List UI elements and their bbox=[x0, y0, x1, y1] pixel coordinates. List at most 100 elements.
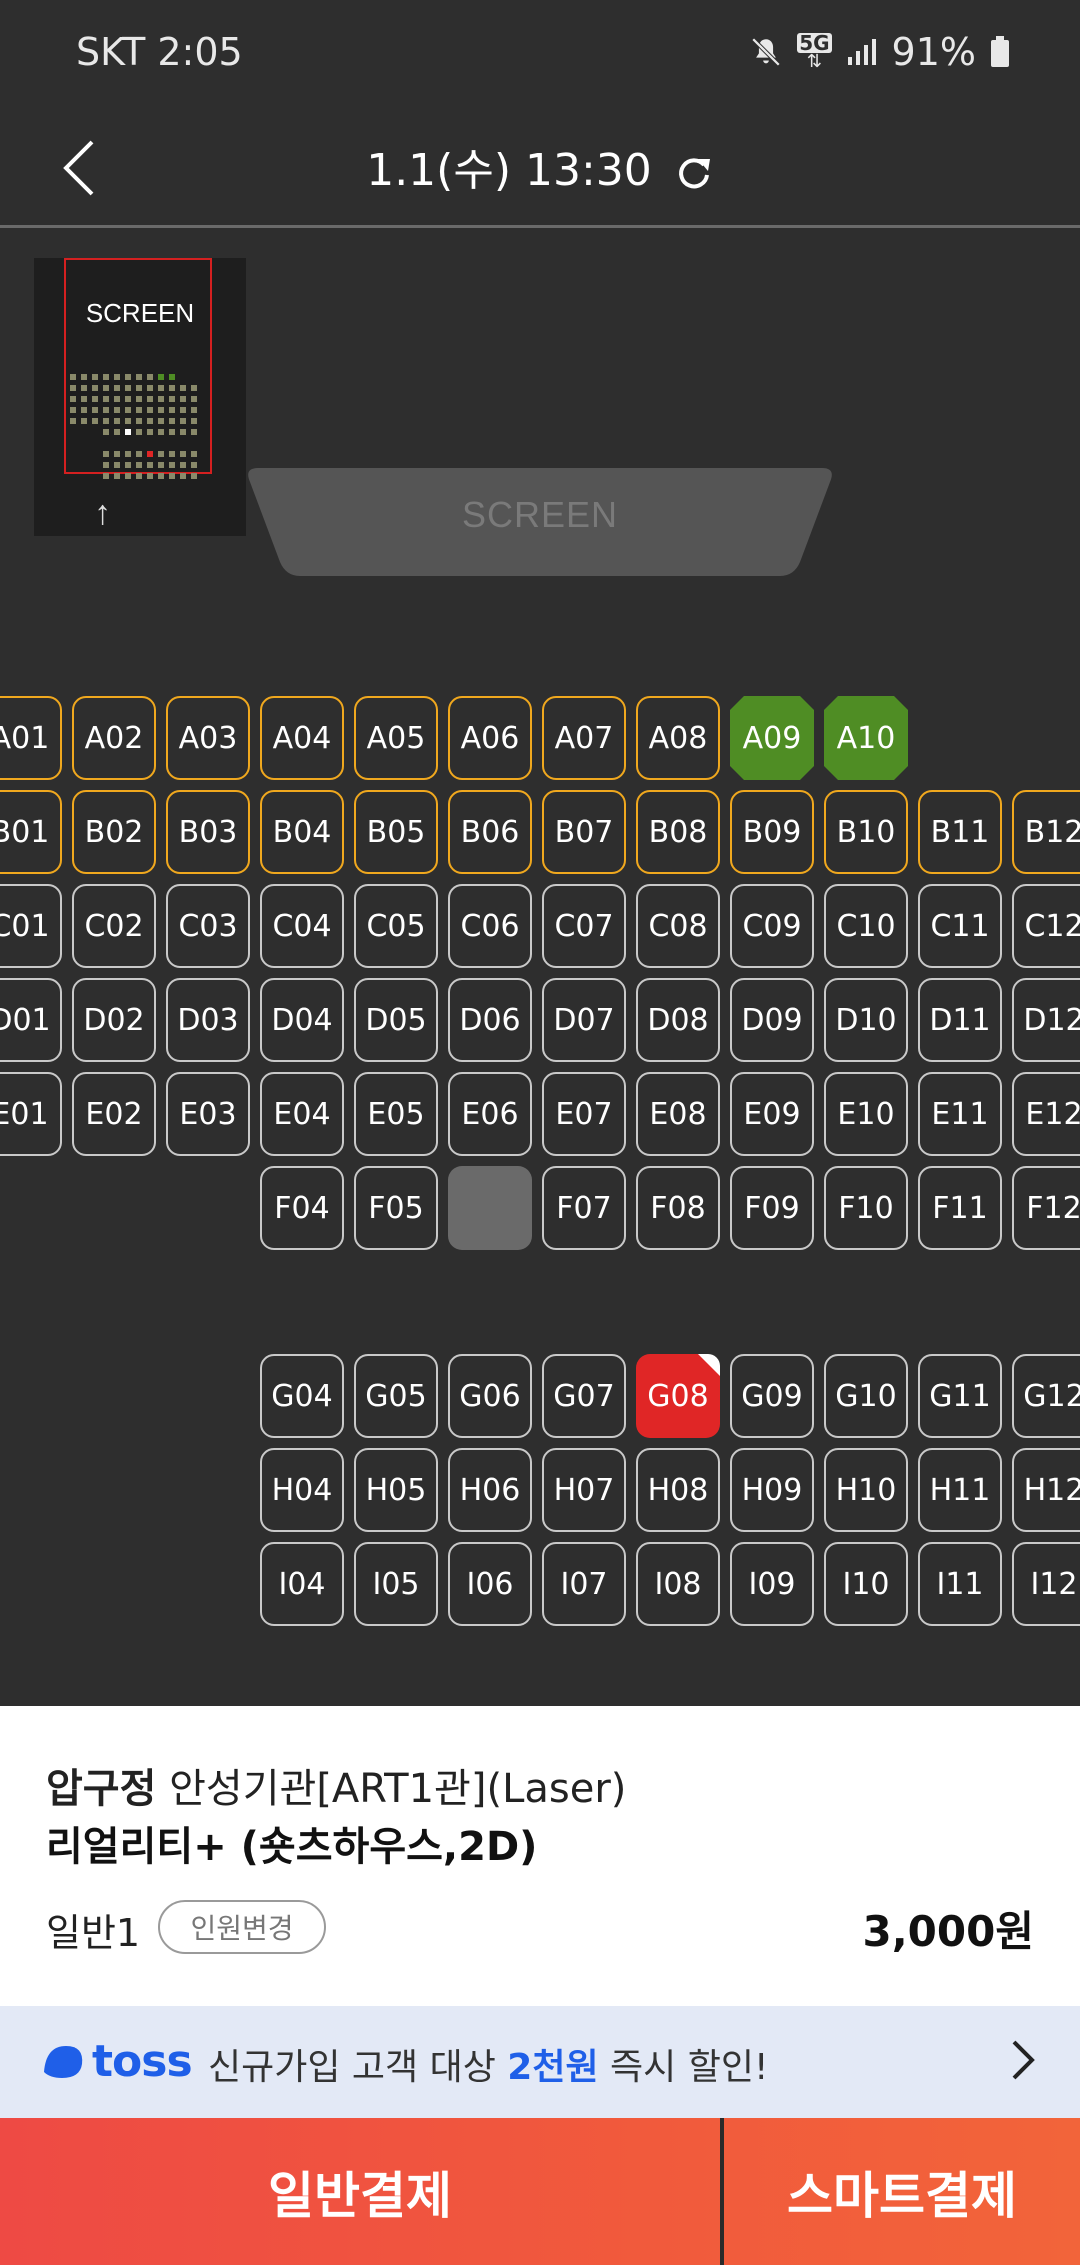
seat-A07[interactable]: A07 bbox=[542, 696, 626, 780]
seat-G04[interactable]: G04 bbox=[260, 1354, 344, 1438]
seat-I05[interactable]: I05 bbox=[354, 1542, 438, 1626]
seat-B11[interactable]: B11 bbox=[918, 790, 1002, 874]
seat-D08[interactable]: D08 bbox=[636, 978, 720, 1062]
seat-I07[interactable]: I07 bbox=[542, 1542, 626, 1626]
seat-E05[interactable]: E05 bbox=[354, 1072, 438, 1156]
seat-I08[interactable]: I08 bbox=[636, 1542, 720, 1626]
seat-H04[interactable]: H04 bbox=[260, 1448, 344, 1532]
seat-E01[interactable]: E01 bbox=[0, 1072, 62, 1156]
seat-A06[interactable]: A06 bbox=[448, 696, 532, 780]
seat-C01[interactable]: C01 bbox=[0, 884, 62, 968]
seat-H05[interactable]: H05 bbox=[354, 1448, 438, 1532]
seat-B12[interactable]: B12 bbox=[1012, 790, 1080, 874]
seat-F05[interactable]: F05 bbox=[354, 1166, 438, 1250]
seat-H12[interactable]: H12 bbox=[1012, 1448, 1080, 1532]
refresh-icon[interactable] bbox=[674, 153, 714, 193]
seat-C11[interactable]: C11 bbox=[918, 884, 1002, 968]
mute-icon bbox=[751, 37, 781, 67]
seat-E02[interactable]: E02 bbox=[72, 1072, 156, 1156]
seat-A02[interactable]: A02 bbox=[72, 696, 156, 780]
general-payment-button[interactable]: 일반결제 bbox=[0, 2118, 720, 2265]
seat-C07[interactable]: C07 bbox=[542, 884, 626, 968]
seat-E11[interactable]: E11 bbox=[918, 1072, 1002, 1156]
seat-H07[interactable]: H07 bbox=[542, 1448, 626, 1532]
seat-E10[interactable]: E10 bbox=[824, 1072, 908, 1156]
seat-minimap[interactable]: SCREEN ↑ bbox=[34, 258, 246, 536]
seat-G08[interactable]: G08 bbox=[636, 1354, 720, 1438]
seat-B01[interactable]: B01 bbox=[0, 790, 62, 874]
seat-E07[interactable]: E07 bbox=[542, 1072, 626, 1156]
seat-G12[interactable]: G12 bbox=[1012, 1354, 1080, 1438]
seat-F08[interactable]: F08 bbox=[636, 1166, 720, 1250]
seat-B08[interactable]: B08 bbox=[636, 790, 720, 874]
seat-I10[interactable]: I10 bbox=[824, 1542, 908, 1626]
seat-H10[interactable]: H10 bbox=[824, 1448, 908, 1532]
seat-A03[interactable]: A03 bbox=[166, 696, 250, 780]
seat-B04[interactable]: B04 bbox=[260, 790, 344, 874]
seat-B02[interactable]: B02 bbox=[72, 790, 156, 874]
seat-D05[interactable]: D05 bbox=[354, 978, 438, 1062]
seat-F09[interactable]: F09 bbox=[730, 1166, 814, 1250]
seat-B06[interactable]: B06 bbox=[448, 790, 532, 874]
seat-C03[interactable]: C03 bbox=[166, 884, 250, 968]
seat-D06[interactable]: D06 bbox=[448, 978, 532, 1062]
smart-payment-button[interactable]: 스마트결제 bbox=[724, 2118, 1080, 2265]
seat-B05[interactable]: B05 bbox=[354, 790, 438, 874]
seat-G06[interactable]: G06 bbox=[448, 1354, 532, 1438]
seat-G09[interactable]: G09 bbox=[730, 1354, 814, 1438]
seat-I04[interactable]: I04 bbox=[260, 1542, 344, 1626]
seat-A04[interactable]: A04 bbox=[260, 696, 344, 780]
seat-E12[interactable]: E12 bbox=[1012, 1072, 1080, 1156]
seat-F04[interactable]: F04 bbox=[260, 1166, 344, 1250]
seat-A09[interactable]: A09 bbox=[730, 696, 814, 780]
seat-F12[interactable]: F12 bbox=[1012, 1166, 1080, 1250]
seat-C02[interactable]: C02 bbox=[72, 884, 156, 968]
seat-E06[interactable]: E06 bbox=[448, 1072, 532, 1156]
seat-A05[interactable]: A05 bbox=[354, 696, 438, 780]
seat-D01[interactable]: D01 bbox=[0, 978, 62, 1062]
seat-B10[interactable]: B10 bbox=[824, 790, 908, 874]
seat-G07[interactable]: G07 bbox=[542, 1354, 626, 1438]
seat-H09[interactable]: H09 bbox=[730, 1448, 814, 1532]
seat-B09[interactable]: B09 bbox=[730, 790, 814, 874]
seat-A10[interactable]: A10 bbox=[824, 696, 908, 780]
seat-F10[interactable]: F10 bbox=[824, 1166, 908, 1250]
seat-I12[interactable]: I12 bbox=[1012, 1542, 1080, 1626]
seat-F11[interactable]: F11 bbox=[918, 1166, 1002, 1250]
seat-C06[interactable]: C06 bbox=[448, 884, 532, 968]
seat-I09[interactable]: I09 bbox=[730, 1542, 814, 1626]
seat-G11[interactable]: G11 bbox=[918, 1354, 1002, 1438]
seat-C12[interactable]: C12 bbox=[1012, 884, 1080, 968]
seat-D02[interactable]: D02 bbox=[72, 978, 156, 1062]
seat-D12[interactable]: D12 bbox=[1012, 978, 1080, 1062]
seat-I11[interactable]: I11 bbox=[918, 1542, 1002, 1626]
seat-A01[interactable]: A01 bbox=[0, 696, 62, 780]
seat-C08[interactable]: C08 bbox=[636, 884, 720, 968]
seat-E04[interactable]: E04 bbox=[260, 1072, 344, 1156]
seat-D04[interactable]: D04 bbox=[260, 978, 344, 1062]
seat-D03[interactable]: D03 bbox=[166, 978, 250, 1062]
seat-E08[interactable]: E08 bbox=[636, 1072, 720, 1156]
seat-G10[interactable]: G10 bbox=[824, 1354, 908, 1438]
seat-B07[interactable]: B07 bbox=[542, 790, 626, 874]
seat-G05[interactable]: G05 bbox=[354, 1354, 438, 1438]
seat-H11[interactable]: H11 bbox=[918, 1448, 1002, 1532]
seat-I06[interactable]: I06 bbox=[448, 1542, 532, 1626]
seat-C10[interactable]: C10 bbox=[824, 884, 908, 968]
seat-C05[interactable]: C05 bbox=[354, 884, 438, 968]
seat-H08[interactable]: H08 bbox=[636, 1448, 720, 1532]
seat-F07[interactable]: F07 bbox=[542, 1166, 626, 1250]
seat-D10[interactable]: D10 bbox=[824, 978, 908, 1062]
seat-E03[interactable]: E03 bbox=[166, 1072, 250, 1156]
seat-B03[interactable]: B03 bbox=[166, 790, 250, 874]
seat-C09[interactable]: C09 bbox=[730, 884, 814, 968]
seat-E09[interactable]: E09 bbox=[730, 1072, 814, 1156]
seat-D09[interactable]: D09 bbox=[730, 978, 814, 1062]
seat-H06[interactable]: H06 bbox=[448, 1448, 532, 1532]
seat-A08[interactable]: A08 bbox=[636, 696, 720, 780]
change-people-button[interactable]: 인원변경 bbox=[158, 1900, 326, 1954]
toss-promo-banner[interactable]: toss 신규가입 고객 대상 2천원 즉시 할인! bbox=[0, 2006, 1080, 2118]
seat-D11[interactable]: D11 bbox=[918, 978, 1002, 1062]
seat-D07[interactable]: D07 bbox=[542, 978, 626, 1062]
seat-C04[interactable]: C04 bbox=[260, 884, 344, 968]
